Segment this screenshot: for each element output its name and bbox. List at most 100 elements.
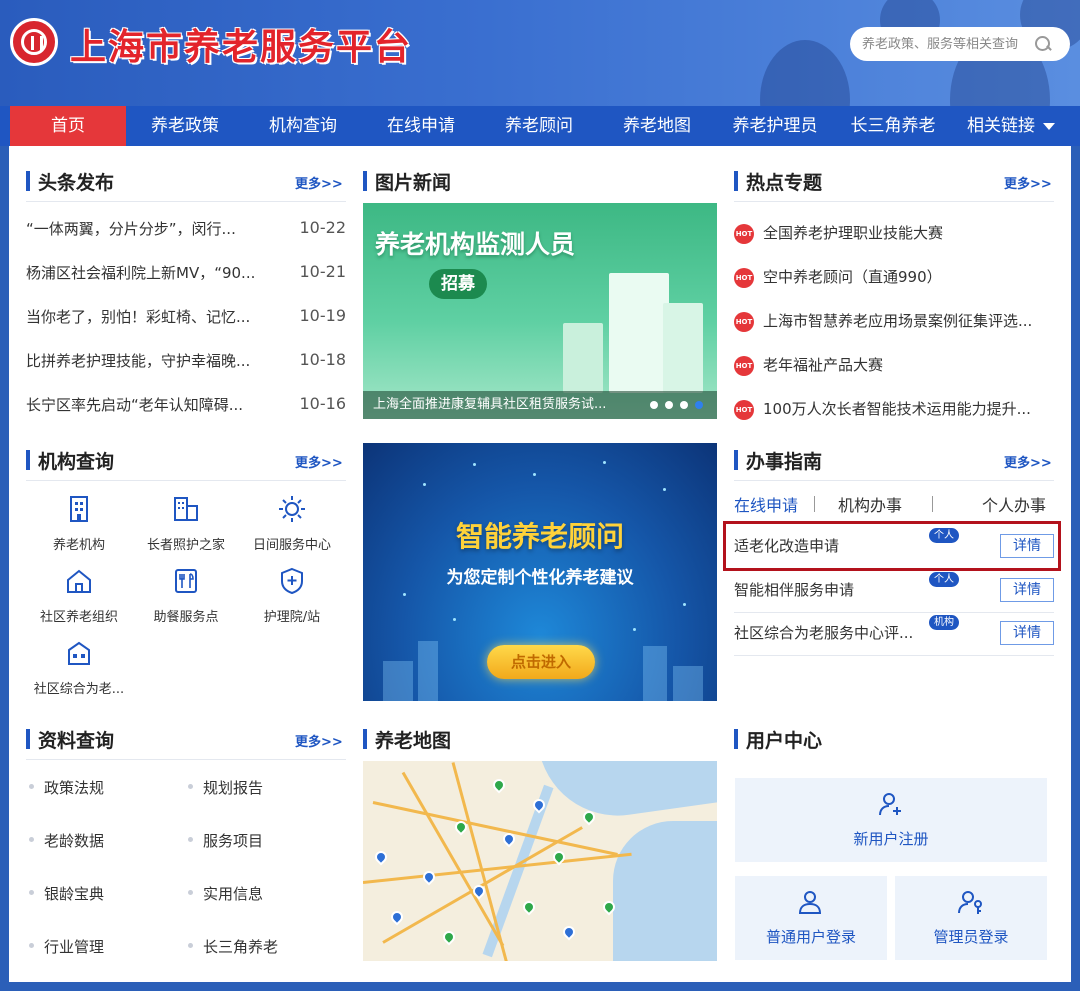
register-button[interactable]: 新用户注册: [735, 778, 1047, 862]
picture-news-badge: 招募: [429, 269, 487, 299]
data-link[interactable]: 银龄宝典: [28, 883, 104, 904]
nav-policy[interactable]: 养老政策: [126, 106, 244, 146]
headline-date: 10-19: [299, 306, 347, 325]
data-lookup-title: 资料查询: [38, 729, 115, 752]
hot-topic-text: 100万人次长者智能技术运用能力提升...: [763, 400, 1031, 418]
hot-topic-item[interactable]: HOT 100万人次长者智能技术运用能力提升...: [734, 398, 1054, 422]
data-link[interactable]: 长三角养老: [187, 936, 278, 957]
nav-institution-search[interactable]: 机构查询: [244, 106, 362, 146]
institution-label: 养老机构: [52, 538, 105, 553]
headlines-header: 头条发布: [26, 169, 115, 194]
user-add-icon: [879, 793, 901, 816]
institution-label: 助餐服务点: [153, 610, 219, 625]
register-label: 新用户注册: [853, 830, 929, 848]
data-lookup-more-link[interactable]: 更多>>: [295, 731, 343, 750]
search-input[interactable]: [862, 36, 1034, 52]
institution-care-home[interactable]: 长者照护之家: [131, 494, 241, 554]
advisor-enter-button[interactable]: 点击进入: [487, 645, 595, 679]
user-center-title: 用户中心: [746, 729, 823, 752]
hot-topic-item[interactable]: HOT 空中养老顾问（直通990）: [734, 266, 1054, 290]
nav-map[interactable]: 养老地图: [598, 106, 716, 146]
hot-icon: HOT: [734, 268, 754, 288]
headline-text: “一体两翼，分片分步”，闵行...: [26, 220, 236, 238]
nav-advisor[interactable]: 养老顾问: [480, 106, 598, 146]
headline-date: 10-22: [299, 218, 347, 237]
user-icon: [798, 891, 822, 914]
nav-related-links-label: 相关链接: [967, 116, 1035, 136]
headlines-title: 头条发布: [38, 171, 115, 194]
guide-item[interactable]: 社区综合为老服务中心评... 机构 详情: [734, 613, 1054, 653]
institution-community-center[interactable]: 社区综合为老...: [24, 638, 134, 698]
headline-item[interactable]: 长宁区率先启动“老年认知障碍... 10-16: [26, 394, 346, 418]
headline-text: 长宁区率先启动“老年认知障碍...: [26, 396, 244, 414]
institutions-title: 机构查询: [38, 450, 115, 473]
tab-personal-affairs[interactable]: 个人办事: [982, 492, 1046, 516]
utensils-icon: [175, 569, 197, 593]
hot-topic-text: 空中养老顾问（直通990）: [763, 268, 942, 286]
institution-community-org[interactable]: 社区养老组织: [24, 566, 134, 626]
carousel-dot[interactable]: [680, 401, 688, 409]
carousel-dot[interactable]: [650, 401, 658, 409]
institution-day-center[interactable]: 日间服务中心: [237, 494, 347, 554]
shield-plus-icon: [281, 567, 303, 595]
data-link[interactable]: 行业管理: [28, 936, 104, 957]
data-link[interactable]: 老龄数据: [28, 830, 104, 851]
elderly-care-map[interactable]: [363, 761, 717, 961]
data-link[interactable]: 服务项目: [187, 830, 263, 851]
guide-more-link[interactable]: 更多>>: [1004, 452, 1052, 471]
picture-news-headline: 养老机构监测人员: [375, 230, 576, 259]
headline-item[interactable]: “一体两翼，分片分步”，闵行... 10-22: [26, 218, 346, 242]
sun-icon: [279, 496, 305, 522]
guide-detail-button[interactable]: 详情: [1000, 578, 1054, 602]
tab-institution-affairs[interactable]: 机构办事: [838, 492, 902, 516]
nav-related-links[interactable]: 相关链接: [952, 106, 1070, 146]
admin-key-icon: [958, 891, 982, 914]
guide-item[interactable]: 智能相伴服务申请 个人 详情: [734, 570, 1054, 610]
site-title[interactable]: 上海市养老服务平台: [70, 18, 412, 70]
nav-home[interactable]: 首页: [10, 106, 126, 146]
guide-item-text: 智能相伴服务申请: [734, 581, 855, 599]
home-icon: [67, 569, 91, 593]
carousel-dot[interactable]: [665, 401, 673, 409]
advisor-subtitle: 为您定制个性化养老建议: [446, 568, 634, 588]
institutions-more-link[interactable]: 更多>>: [295, 452, 343, 471]
picture-news-carousel[interactable]: 养老机构监测人员 招募 上海全面推进康复辅具社区租赁服务试...: [363, 203, 717, 419]
map-header: 养老地图: [363, 727, 451, 752]
data-link[interactable]: 规划报告: [187, 777, 263, 798]
nav-caregiver[interactable]: 养老护理员: [716, 106, 834, 146]
headlines-more-link[interactable]: 更多>>: [295, 173, 343, 192]
tab-online-apply[interactable]: 在线申请: [734, 492, 798, 516]
admin-login-button[interactable]: 管理员登录: [895, 876, 1047, 960]
guide-detail-button[interactable]: 详情: [1000, 621, 1054, 645]
hot-topics-more-link[interactable]: 更多>>: [1004, 173, 1052, 192]
data-link[interactable]: 实用信息: [187, 883, 263, 904]
main-nav: 首页 养老政策 机构查询 在线申请 养老顾问 养老地图 养老护理员 长三角养老 …: [0, 106, 1080, 146]
headline-item[interactable]: 杨浦区社会福利院上新MV，“90... 10-21: [26, 262, 346, 286]
user-login-button[interactable]: 普通用户登录: [735, 876, 887, 960]
carousel-dot-active[interactable]: [695, 401, 703, 409]
institution-label: 社区综合为老...: [33, 682, 125, 697]
highlight-annotation-box: [723, 521, 1061, 571]
community-center-icon: [68, 641, 90, 665]
smart-advisor-banner[interactable]: 智能养老顾问 为您定制个性化养老建议 点击进入: [363, 443, 717, 701]
data-link[interactable]: 政策法规: [28, 777, 104, 798]
guide-item-tag: 机构: [929, 615, 959, 630]
hot-icon: HOT: [734, 312, 754, 332]
picture-news-title: 图片新闻: [375, 171, 452, 194]
nav-yangtze-delta[interactable]: 长三角养老: [834, 106, 952, 146]
headline-item[interactable]: 当你老了，别怕！彩虹椅、记忆... 10-19: [26, 306, 346, 330]
search-icon[interactable]: [1034, 35, 1052, 53]
institution-nursing-home[interactable]: 养老机构: [24, 494, 134, 554]
institution-nursing-station[interactable]: 护理院/站: [237, 566, 347, 626]
building-icon: [70, 496, 88, 522]
hot-topic-item[interactable]: HOT 老年福祉产品大赛: [734, 354, 1054, 378]
nav-online-apply[interactable]: 在线申请: [362, 106, 480, 146]
hot-icon: HOT: [734, 224, 754, 244]
site-logo-icon[interactable]: [10, 18, 58, 66]
hot-topic-item[interactable]: HOT 上海市智慧养老应用场景案例征集评选...: [734, 310, 1054, 334]
headline-item[interactable]: 比拼养老护理技能，守护幸福晚... 10-18: [26, 350, 346, 374]
hot-topic-text: 上海市智慧养老应用场景案例征集评选...: [763, 312, 1033, 330]
headline-date: 10-16: [299, 394, 347, 413]
hot-topic-item[interactable]: HOT 全国养老护理职业技能大赛: [734, 222, 1054, 246]
institution-meal-service[interactable]: 助餐服务点: [131, 566, 241, 626]
